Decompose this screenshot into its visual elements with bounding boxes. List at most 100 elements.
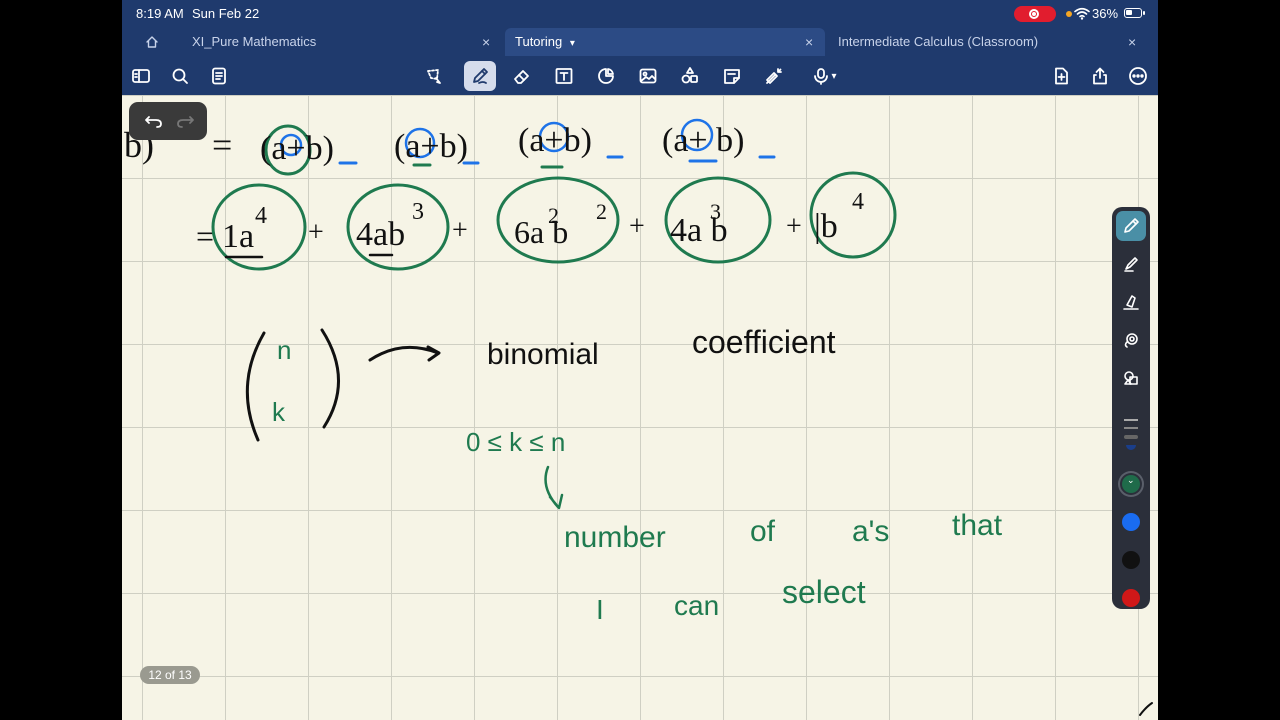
close-tab-icon[interactable]: × — [482, 28, 490, 56]
shapes-icon — [598, 68, 614, 84]
palette-highlighter-button[interactable] — [1116, 249, 1146, 279]
color-swatch-blue[interactable] — [1122, 513, 1140, 531]
handwritten-term-4a3b: 4a b 3 — [664, 176, 772, 264]
screen-recording-indicator[interactable] — [1014, 6, 1056, 22]
mic-icon — [814, 68, 829, 85]
note-word-select: select — [782, 574, 866, 610]
shapes-tool-icon — [1124, 371, 1138, 385]
search-icon — [172, 68, 188, 84]
undo-icon[interactable] — [143, 111, 165, 131]
sticker-tool-button[interactable] — [676, 62, 704, 90]
note-tool-button[interactable] — [718, 62, 746, 90]
color-swatch-red[interactable] — [1122, 589, 1140, 607]
handwritten-term-6a2b2: 6a b 2 2 — [496, 176, 620, 264]
svg-text:2: 2 — [596, 199, 607, 224]
note-word-of: of — [750, 515, 776, 548]
tab-intermediate-calculus[interactable]: Intermediate Calculus (Classroom) × — [838, 28, 1148, 56]
handwritten-term-4ab3: 4ab 3 — [346, 183, 450, 271]
sidebar-toggle-button[interactable] — [127, 62, 155, 90]
binomial-label: binomial — [487, 338, 599, 371]
tab-pure-mathematics[interactable]: XI_Pure Mathematics × — [192, 28, 492, 56]
home-icon[interactable] — [145, 35, 159, 49]
status-time: 8:19 AM — [136, 6, 184, 21]
handwritten-plus: + — [308, 217, 324, 248]
shapes-tool-button[interactable] — [592, 62, 620, 90]
laser-pointer-button[interactable] — [760, 62, 788, 90]
eraser-icon — [514, 70, 529, 84]
chevron-down-icon: ▾ — [831, 70, 837, 82]
note-word-that: that — [952, 509, 1003, 542]
svg-text:2: 2 — [548, 203, 559, 228]
handwritten-factor-3: (a+b) — [518, 121, 624, 169]
svg-text:(a+b): (a+b) — [518, 122, 592, 159]
svg-text:3: 3 — [412, 199, 424, 225]
svg-text:3: 3 — [710, 199, 721, 224]
orange-dot-icon — [1066, 11, 1072, 17]
status-date: Sun Feb 22 — [192, 6, 260, 21]
handwritten-arrow — [368, 345, 441, 362]
pen-tool-button[interactable] — [464, 61, 496, 91]
palette-lasso-button[interactable] — [1116, 325, 1146, 355]
text-tool-button[interactable] — [550, 62, 578, 90]
note-icon — [724, 69, 740, 84]
laser-icon — [766, 68, 782, 84]
notes-app-window: 8:19 AM Sun Feb 22 36% XI_Pure Mathemati… — [122, 0, 1158, 720]
more-options-button[interactable] — [1124, 62, 1152, 90]
share-button[interactable] — [1086, 62, 1114, 90]
eraser-tool-button[interactable] — [508, 62, 536, 90]
close-tab-icon[interactable]: × — [805, 28, 813, 56]
pen-tool-icon — [1124, 218, 1139, 233]
note-word-number: number — [564, 521, 666, 554]
wifi-icon — [1074, 7, 1090, 20]
image-tool-button[interactable] — [634, 62, 662, 90]
handwritten-plus: + — [452, 215, 468, 246]
more-icon — [1129, 67, 1147, 85]
palette-marker-button[interactable] — [1116, 287, 1146, 317]
palette-shapes-button[interactable] — [1116, 363, 1146, 393]
svg-text:4: 4 — [255, 203, 267, 229]
lasso-icon — [427, 69, 441, 84]
chevron-down-icon[interactable]: ▾ — [570, 38, 575, 49]
lasso-tool-button[interactable] — [420, 62, 448, 90]
palette-divider — [1124, 427, 1138, 429]
page-corner-mark — [1139, 702, 1153, 716]
palette-divider — [1124, 419, 1138, 421]
share-icon — [1093, 67, 1107, 85]
page-counter: 12 of 13 — [140, 666, 200, 684]
textbox-icon — [555, 68, 573, 84]
handwritten-plus: + — [786, 211, 802, 242]
audio-record-button[interactable]: ▾ — [802, 62, 846, 90]
marker-icon — [1123, 295, 1139, 310]
sticker-icon — [681, 67, 698, 84]
handwritten-binomial-symbol — [245, 328, 340, 442]
color-swatch-black[interactable] — [1122, 551, 1140, 569]
svg-text:4ab: 4ab — [356, 216, 405, 253]
note-page-canvas[interactable]: b) = (a+b) (a+b) (a+b) (a+ b) = 1a 4 + 4… — [122, 95, 1158, 720]
palette-divider — [1124, 435, 1138, 439]
color-swatch-green[interactable]: ⌄ — [1122, 475, 1140, 493]
handwritten-factor-4: (a+ b) — [662, 118, 776, 163]
tool-palette: ⌄ — [1112, 207, 1150, 609]
document-outline-button[interactable] — [205, 62, 233, 90]
handwritten-equals: = — [212, 125, 232, 165]
search-button[interactable] — [166, 62, 194, 90]
add-page-button[interactable] — [1047, 62, 1075, 90]
battery-tip-icon — [1143, 11, 1145, 15]
main-toolbar: ▾ — [122, 56, 1158, 95]
undo-redo-pill — [129, 102, 207, 140]
svg-text:4: 4 — [852, 189, 864, 215]
record-dot-icon — [1032, 12, 1036, 16]
svg-text:(a+ b): (a+ b) — [662, 122, 744, 159]
redo-icon[interactable] — [174, 111, 196, 131]
partial-swatch — [1126, 445, 1136, 450]
handwritten-down-arrow — [544, 465, 564, 510]
palette-pen-button[interactable] — [1116, 211, 1146, 241]
tab-tutoring[interactable]: Tutoring ▾ × — [505, 28, 825, 56]
handwritten-term-1b4: |b 4 — [809, 171, 897, 259]
handwritten-line2-equals: = — [196, 218, 214, 254]
tab-label: Tutoring — [515, 34, 563, 49]
tab-label: XI_Pure Mathematics — [192, 34, 317, 49]
close-tab-icon[interactable]: × — [1128, 28, 1136, 56]
inequality-text: 0 ≤ k ≤ n — [466, 427, 565, 457]
handwritten-term-1a4: 1a 4 — [211, 183, 307, 271]
